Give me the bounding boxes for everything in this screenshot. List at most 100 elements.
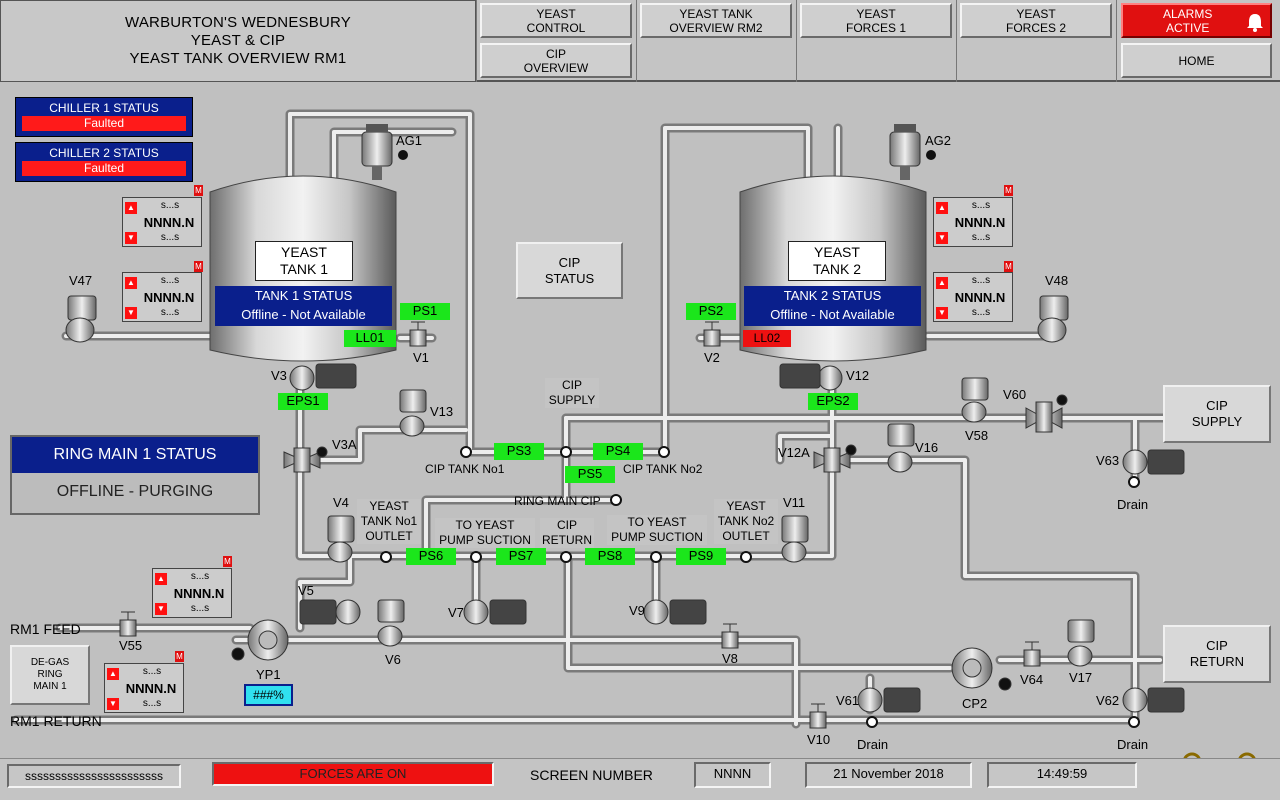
- ring-main-title: RING MAIN 1 STATUS: [12, 437, 258, 473]
- forces-on-indicator[interactable]: FORCES ARE ON: [212, 762, 494, 786]
- logout-button[interactable]: [1228, 756, 1266, 796]
- title-line-3: YEAST TANK OVERVIEW RM1: [129, 50, 347, 67]
- pressure-switch-ps5[interactable]: PS5: [565, 466, 615, 483]
- yp1-speed-display[interactable]: ###%: [244, 684, 293, 706]
- ring-main-1-status[interactable]: RING MAIN 1 STATUS OFFLINE - PURGING: [10, 435, 260, 515]
- alarm-up-arrow-icon: ▲: [125, 202, 137, 214]
- indicator-value: NNNN.N: [125, 681, 177, 696]
- valve-v5-label: V5: [298, 583, 314, 598]
- indicator-top: s...s: [190, 571, 210, 582]
- drain-label: Drain: [857, 737, 889, 752]
- eps2-tag[interactable]: EPS2: [808, 393, 858, 410]
- tank-1-status[interactable]: TANK 1 STATUS Offline - Not Available: [215, 286, 392, 326]
- pressure-switch-ps9[interactable]: PS9: [676, 548, 726, 565]
- pressure-switch-ps2[interactable]: PS2: [686, 303, 736, 320]
- date-display: 21 November 2018: [805, 762, 972, 788]
- valve-v12a-label: V12A: [778, 445, 810, 460]
- valve-v60-icon: [1025, 394, 1068, 433]
- alarm-up-arrow-icon: ▲: [125, 277, 137, 289]
- pressure-switch-ps7[interactable]: PS7: [496, 548, 546, 565]
- valve-v16-label: V16: [915, 440, 939, 455]
- valve-v6-icon: [377, 599, 405, 647]
- indicator-top: s...s: [971, 200, 991, 211]
- tank-1-status-title: TANK 1 STATUS: [254, 288, 353, 303]
- valve-v9-icon: [643, 599, 707, 625]
- indicator-bottom: s...s: [160, 232, 180, 243]
- valve-v63-label: V63: [1096, 453, 1120, 468]
- manual-badge: M: [194, 261, 203, 272]
- analog-indicator[interactable]: ▲ ▼ s...s NNNN.N s...s: [933, 272, 1013, 322]
- alarm-down-arrow-icon: ▼: [155, 603, 167, 615]
- cip-supply-button[interactable]: CIP SUPPLY: [1163, 385, 1271, 443]
- valve-v3a-label: V3A: [332, 437, 357, 452]
- pump-cp2-label: CP2: [962, 696, 988, 711]
- manual-badge: M: [1004, 185, 1013, 196]
- chiller-1-state: Faulted: [22, 116, 186, 131]
- eps1-tag[interactable]: EPS1: [278, 393, 328, 410]
- valve-v7-icon: [463, 599, 527, 625]
- indicator-value: NNNN.N: [173, 586, 225, 601]
- level-switch-ll02[interactable]: LL02: [743, 330, 791, 347]
- cip-status-button[interactable]: CIP STATUS: [516, 242, 623, 299]
- pressure-switch-ps8[interactable]: PS8: [585, 548, 635, 565]
- tank-2-name-line: YEAST: [814, 244, 860, 260]
- alarm-up-arrow-icon: ▲: [936, 202, 948, 214]
- valve-v58-label: V58: [965, 428, 989, 443]
- valve-v60-label: V60: [1003, 387, 1027, 402]
- yeast-tank-no2-outlet-label: YEAST TANK No2 OUTLET: [714, 499, 778, 544]
- tank-1-name-line: YEAST: [281, 244, 327, 260]
- title-line-1: WARBURTON'S WEDNESBURY: [125, 14, 351, 31]
- yeast-tank-overview-rm2-button[interactable]: YEAST TANK OVERVIEW RM2: [640, 3, 792, 38]
- current-user-field[interactable]: sssssssssssssssssssssss: [7, 764, 181, 788]
- analog-indicator[interactable]: ▲ ▼ s...s NNNN.N s...s: [152, 568, 232, 618]
- indicator-value: NNNN.N: [143, 290, 195, 305]
- cip-tank-no1-label: CIP TANK No1: [425, 462, 505, 476]
- title-line-2: YEAST & CIP: [190, 32, 286, 49]
- analog-indicator[interactable]: ▲ ▼ s...s NNNN.N s...s: [122, 197, 202, 247]
- yeast-forces-2-button[interactable]: YEAST FORCES 2: [960, 3, 1112, 38]
- alarms-active-button[interactable]: ALARMS ACTIVE: [1121, 3, 1272, 38]
- yeast-forces-1-button[interactable]: YEAST FORCES 1: [800, 3, 952, 38]
- agitator-ag2-label: AG2: [925, 133, 952, 148]
- valve-v12-label: V12: [846, 368, 870, 383]
- screen-number-value: NNNN: [694, 762, 771, 788]
- home-button[interactable]: HOME: [1121, 43, 1272, 78]
- chiller-2-status[interactable]: CHILLER 2 STATUS Faulted: [15, 142, 193, 182]
- tank-2-name: YEAST TANK 2: [788, 241, 886, 281]
- analog-indicator[interactable]: ▲ ▼ s...s NNNN.N s...s: [933, 197, 1013, 247]
- ring-main-state: OFFLINE - PURGING: [56, 483, 214, 500]
- indicator-value: NNNN.N: [143, 215, 195, 230]
- pressure-switch-ps4[interactable]: PS4: [593, 443, 643, 460]
- valve-v12a-icon: [813, 444, 857, 473]
- valve-v13-icon: [399, 389, 427, 437]
- alarm-up-arrow-icon: ▲: [155, 573, 167, 585]
- yeast-control-button[interactable]: YEAST CONTROL: [480, 3, 632, 38]
- pressure-switch-ps3[interactable]: PS3: [494, 443, 544, 460]
- degas-ring-main-button[interactable]: DE-GAS RING MAIN 1: [10, 645, 90, 705]
- pressure-switch-ps1[interactable]: PS1: [400, 303, 450, 320]
- rm1-return-label: RM1 RETURN: [10, 713, 102, 729]
- pump-suction-1-label: TO YEAST PUMP SUCTION: [435, 518, 535, 548]
- chiller-1-status[interactable]: CHILLER 1 STATUS Faulted: [15, 97, 193, 137]
- chiller-2-state: Faulted: [22, 161, 186, 176]
- valve-v64-label: V64: [1020, 672, 1044, 687]
- alarms-label: ALARMS ACTIVE: [1163, 6, 1213, 35]
- tank-2-status[interactable]: TANK 2 STATUS Offline - Not Available: [744, 286, 921, 326]
- level-switch-ll01[interactable]: LL01: [344, 330, 396, 347]
- cip-overview-button[interactable]: CIP OVERVIEW: [480, 43, 632, 78]
- valve-v48-icon: [1037, 295, 1069, 343]
- pressure-switch-ps6[interactable]: PS6: [406, 548, 456, 565]
- tank-2-status-title: TANK 2 STATUS: [783, 288, 882, 303]
- indicator-bottom: s...s: [160, 307, 180, 318]
- login-button[interactable]: [1158, 756, 1202, 796]
- analog-indicator[interactable]: ▲ ▼ s...s NNNN.N s...s: [122, 272, 202, 322]
- analog-indicator[interactable]: ▲ ▼ s...s NNNN.N s...s: [104, 663, 184, 713]
- alarm-down-arrow-icon: ▼: [936, 232, 948, 244]
- valve-v6-label: V6: [385, 652, 401, 667]
- valve-v48-label: V48: [1045, 273, 1069, 288]
- indicator-bottom: s...s: [971, 307, 991, 318]
- alarm-down-arrow-icon: ▼: [936, 307, 948, 319]
- cip-return-button[interactable]: CIP RETURN: [1163, 625, 1271, 683]
- valve-v5-icon: [299, 599, 361, 625]
- pump-cp2-icon: [951, 647, 1012, 691]
